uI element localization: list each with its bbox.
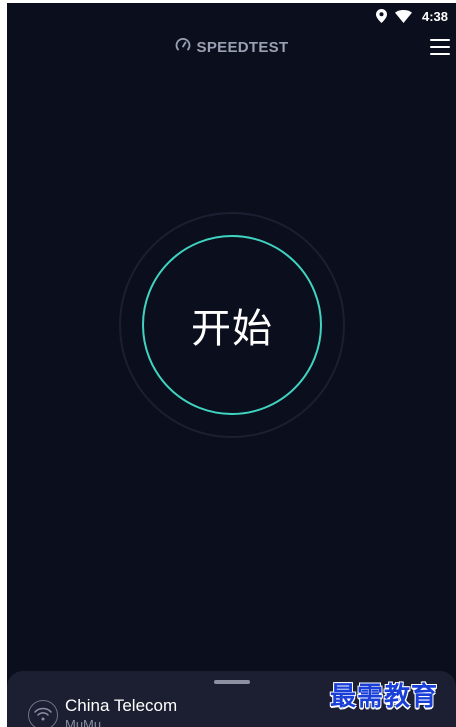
status-time: 4:38 <box>421 8 448 24</box>
network-name: MuMu <box>65 717 102 727</box>
watermark-logo: 最需教育 <box>330 682 439 712</box>
app-title: SPEEDTEST <box>196 38 289 56</box>
start-test-label: 开始 <box>191 306 273 352</box>
connection-type <box>28 700 58 727</box>
wifi-icon <box>394 9 412 23</box>
app-logo: SPEEDTEST <box>7 37 456 57</box>
location-icon <box>375 9 387 23</box>
app-screen: 4:38 SPEEDTEST 开始 China Telecom MuMu <box>7 3 456 727</box>
provider-name: China Telecom <box>65 696 178 715</box>
wifi-icon <box>34 706 52 725</box>
start-test-button[interactable]: 开始 <box>142 235 322 415</box>
app-bar: SPEEDTEST <box>7 31 456 63</box>
hamburger-menu-icon[interactable] <box>430 39 450 55</box>
speedometer-icon <box>175 37 191 57</box>
status-bar: 4:38 <box>7 3 456 29</box>
sheet-drag-handle[interactable] <box>214 680 250 684</box>
